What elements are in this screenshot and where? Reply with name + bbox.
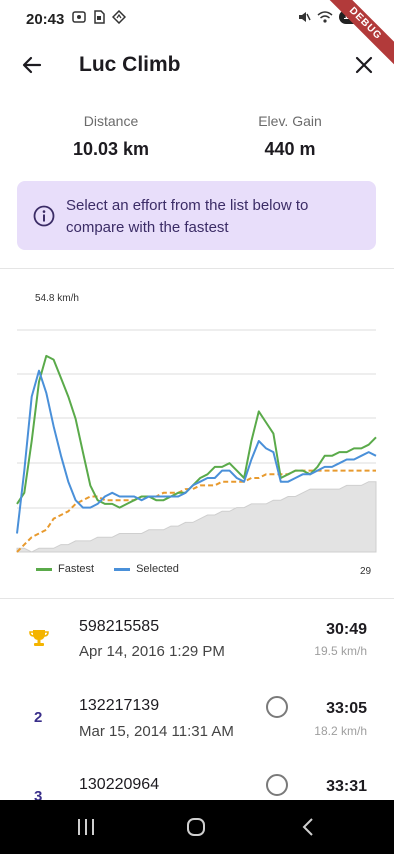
- legend-label-selected: Selected: [136, 563, 179, 575]
- segment-stats: Distance 10.03 km Elev. Gain 440 m: [0, 113, 394, 173]
- info-text: Select an effort from the list below to …: [66, 197, 309, 236]
- status-time: 20:43: [26, 11, 65, 28]
- effort-time: 30:49: [326, 621, 367, 638]
- divider: [0, 268, 394, 269]
- status-bar: 20:43 100 DEBUG: [0, 0, 394, 69]
- elevation-value: 440 m: [264, 139, 316, 159]
- mute-icon: [299, 12, 311, 22]
- trophy-icon: [29, 630, 49, 646]
- close-button[interactable]: [350, 51, 378, 79]
- legend-swatch-selected: [114, 567, 131, 571]
- effort-speed: 19.5 km/h: [314, 644, 367, 658]
- chart-svg: [16, 329, 377, 553]
- home-icon: [187, 818, 205, 836]
- app-bar: Luc Climb: [0, 40, 394, 90]
- legend-label-fastest: Fastest: [58, 563, 95, 575]
- effort-date: Mar 15, 2014 11:31 AM: [79, 723, 234, 740]
- select-effort-radio[interactable]: [266, 696, 288, 718]
- chart-legend: Fastest Selected: [36, 563, 179, 575]
- series-fastest-line: [16, 354, 377, 509]
- status-icons-left: [72, 10, 126, 24]
- effort-rank: 2: [34, 709, 43, 726]
- back-button[interactable]: [18, 51, 46, 79]
- home-button[interactable]: [176, 814, 216, 840]
- effort-id: 132217139: [79, 697, 160, 714]
- elevation-label: Elev. Gain: [258, 113, 322, 129]
- effort-row-1[interactable]: 598215585 Apr 14, 2016 1:29 PM 30:49 19.…: [0, 600, 394, 678]
- chart-x-end-label: 29: [360, 566, 372, 577]
- arrow-back-icon: [22, 56, 42, 74]
- distance-stat: Distance 10.03 km: [26, 113, 196, 160]
- divider: [0, 598, 394, 599]
- effort-speed: 18.2 km/h: [314, 724, 367, 738]
- info-banner: Select an effort from the list below to …: [17, 181, 376, 250]
- speed-comparison-chart: 54.8 km/h Fastest Selected 29: [0, 284, 394, 584]
- series-elevation-area: [16, 481, 377, 553]
- close-icon: [355, 56, 373, 74]
- distance-value: 10.03 km: [72, 139, 150, 159]
- recent-apps-icon: [78, 819, 94, 835]
- distance-label: Distance: [83, 113, 139, 129]
- recent-apps-button[interactable]: [66, 814, 106, 840]
- page-title: Luc Climb: [79, 53, 181, 76]
- select-effort-radio[interactable]: [266, 774, 288, 796]
- effort-time: 33:05: [326, 700, 367, 717]
- system-back-button[interactable]: [288, 814, 328, 840]
- system-nav-bar: [0, 800, 394, 854]
- elevation-stat: Elev. Gain 440 m: [205, 113, 375, 160]
- system-back-icon: [302, 818, 313, 836]
- effort-time: 33:31: [326, 778, 367, 795]
- sim-icon: [94, 10, 105, 24]
- location-diamond-icon: [112, 10, 126, 24]
- screenshot-icon: [72, 11, 86, 23]
- info-icon: [33, 205, 55, 227]
- effort-id: 598215585: [79, 618, 160, 635]
- legend-swatch-fastest: [36, 567, 52, 571]
- wifi-icon: [317, 11, 333, 23]
- effort-row-2[interactable]: 2 132217139 Mar 15, 2014 11:31 AM 33:05 …: [0, 680, 394, 758]
- effort-date: Apr 14, 2016 1:29 PM: [79, 643, 225, 660]
- effort-id: 130220964: [79, 776, 160, 793]
